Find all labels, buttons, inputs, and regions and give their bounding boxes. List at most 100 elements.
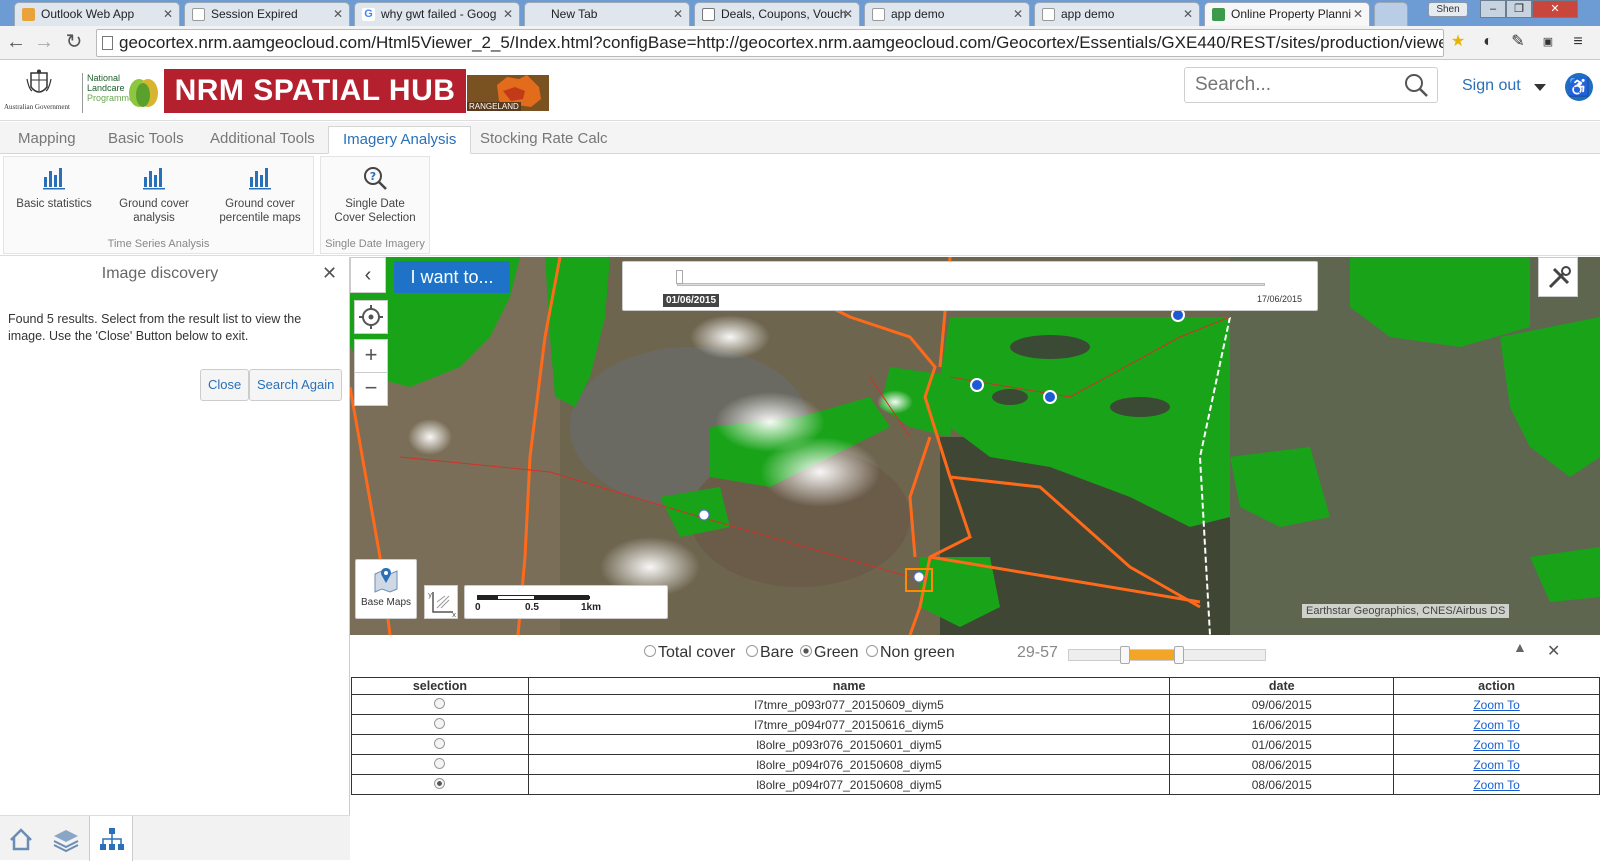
layers-icon[interactable] bbox=[44, 816, 88, 861]
i-want-to-menu[interactable]: I want to... bbox=[394, 261, 510, 293]
window-close-button[interactable]: ✕ bbox=[1532, 0, 1578, 18]
range-slider-high-handle[interactable] bbox=[1174, 646, 1184, 664]
single-date-cover-selection-button[interactable]: ? Single Date Cover Selection bbox=[325, 165, 425, 225]
time-slider-track[interactable] bbox=[677, 283, 1265, 286]
close-button[interactable]: Close bbox=[200, 369, 250, 401]
home-icon[interactable] bbox=[0, 816, 44, 861]
locate-icon[interactable] bbox=[354, 300, 388, 334]
profile-button[interactable]: Shen bbox=[1428, 2, 1468, 17]
selection-cell bbox=[351, 774, 529, 795]
zoom-to-link[interactable]: Zoom To bbox=[1393, 754, 1600, 775]
table-row[interactable]: l7tmre_p093r077_20150609_diym5 09/06/201… bbox=[351, 694, 1600, 715]
radio-bare[interactable]: Bare bbox=[746, 644, 794, 662]
range-slider[interactable] bbox=[1068, 646, 1266, 664]
tab-mapping[interactable]: Mapping bbox=[4, 126, 90, 154]
magnifier-question-icon: ? bbox=[364, 167, 387, 190]
browser-tab[interactable]: Outlook Web App ✕ bbox=[14, 2, 180, 26]
browser-tab[interactable]: Session Expired ✕ bbox=[184, 2, 350, 26]
close-icon[interactable]: ✕ bbox=[673, 3, 683, 25]
tab-imagery-analysis[interactable]: Imagery Analysis bbox=[328, 126, 472, 154]
accessibility-icon[interactable]: ♿ bbox=[1565, 73, 1593, 101]
tab-additional-tools[interactable]: Additional Tools bbox=[196, 126, 329, 154]
forward-icon[interactable]: → bbox=[32, 31, 56, 55]
close-icon[interactable]: ✕ bbox=[843, 3, 853, 25]
row-radio-button[interactable] bbox=[434, 697, 446, 709]
time-slider[interactable]: 01/06/2015 17/06/2015 bbox=[622, 261, 1318, 311]
radio-total-cover[interactable]: Total cover bbox=[644, 644, 735, 662]
zoom-to-link[interactable]: Zoom To bbox=[1393, 734, 1600, 755]
radio-button-selected[interactable] bbox=[800, 645, 812, 657]
close-icon[interactable]: ✕ bbox=[1183, 3, 1193, 25]
row-radio-button[interactable] bbox=[434, 717, 446, 729]
table-header-row: selection name date action bbox=[351, 677, 1600, 695]
collapse-panel-button[interactable]: ‹ bbox=[350, 257, 386, 293]
row-radio-button-selected[interactable] bbox=[434, 777, 446, 789]
radio-button[interactable] bbox=[866, 645, 878, 657]
close-icon[interactable]: ✕ bbox=[1547, 641, 1560, 661]
browser-tab[interactable]: app demo ✕ bbox=[1034, 2, 1200, 26]
zoom-to-link[interactable]: Zoom To bbox=[1393, 694, 1600, 715]
browser-tab[interactable]: Gwhy gwt failed - Goog ✕ bbox=[354, 2, 520, 26]
close-icon[interactable]: ✕ bbox=[163, 3, 173, 25]
minimize-button[interactable]: – bbox=[1480, 0, 1506, 18]
close-icon[interactable]: ✕ bbox=[1013, 3, 1023, 25]
close-icon[interactable]: ✕ bbox=[333, 3, 343, 25]
search-icon[interactable] bbox=[1403, 72, 1429, 98]
ground-cover-percentile-maps-button[interactable]: Ground cover percentile maps bbox=[210, 165, 310, 225]
radio-button[interactable] bbox=[644, 645, 656, 657]
svg-text:y: y bbox=[428, 591, 432, 599]
chevron-down-icon[interactable] bbox=[1534, 84, 1546, 91]
close-icon[interactable]: ✕ bbox=[1353, 3, 1363, 25]
new-tab-button[interactable] bbox=[1374, 2, 1408, 26]
base-maps-button[interactable]: Base Maps bbox=[355, 559, 417, 619]
radio-non-green[interactable]: Non green bbox=[866, 644, 955, 662]
zoom-in-button[interactable]: + bbox=[354, 339, 388, 373]
browser-tab[interactable]: New Tab ✕ bbox=[524, 2, 690, 26]
coordinates-grid-icon[interactable]: yx bbox=[424, 585, 458, 619]
table-row[interactable]: l8olre_p094r077_20150608_diym5 08/06/201… bbox=[351, 774, 1600, 795]
time-slider-handle[interactable] bbox=[676, 270, 683, 284]
selection-cell bbox=[351, 734, 529, 755]
row-radio-button[interactable] bbox=[434, 737, 446, 749]
zoom-out-button[interactable]: − bbox=[354, 372, 388, 406]
browser-tab-active[interactable]: Online Property Planni ✕ bbox=[1204, 2, 1370, 26]
selection-cell bbox=[351, 694, 529, 715]
close-icon[interactable]: ✕ bbox=[503, 3, 513, 25]
bookmark-star-icon[interactable]: ★ bbox=[1448, 32, 1468, 52]
zoom-to-link[interactable]: Zoom To bbox=[1393, 774, 1600, 795]
table-row[interactable]: l8olre_p094r076_20150608_diym5 08/06/201… bbox=[351, 754, 1600, 775]
table-row[interactable]: l8olre_p093r076_20150601_diym5 01/06/201… bbox=[351, 734, 1600, 755]
extension-icon[interactable]: ▣ bbox=[1538, 32, 1558, 52]
extension-icon[interactable]: ✎ bbox=[1508, 32, 1528, 52]
close-icon[interactable]: ✕ bbox=[322, 263, 337, 284]
collapse-up-icon[interactable]: ▲ bbox=[1513, 639, 1527, 655]
sign-out-link[interactable]: Sign out bbox=[1462, 77, 1521, 95]
back-icon[interactable]: ← bbox=[4, 31, 28, 55]
ground-cover-analysis-button[interactable]: Ground cover analysis bbox=[108, 165, 200, 225]
reload-icon[interactable]: ↻ bbox=[62, 31, 86, 55]
row-radio-button[interactable] bbox=[434, 757, 446, 769]
radio-green[interactable]: Green bbox=[800, 644, 858, 662]
search-again-button[interactable]: Search Again bbox=[249, 369, 343, 401]
maximize-button[interactable]: ❐ bbox=[1506, 0, 1532, 18]
browser-tab[interactable]: app demo ✕ bbox=[864, 2, 1030, 26]
extension-icon[interactable]: ◐ bbox=[1478, 32, 1498, 52]
hierarchy-icon[interactable] bbox=[89, 816, 133, 861]
leaf-icon bbox=[129, 79, 158, 107]
range-slider-low-handle[interactable] bbox=[1120, 646, 1130, 664]
basic-statistics-button[interactable]: Basic statistics bbox=[12, 165, 96, 211]
table-row[interactable]: l7tmre_p094r077_20150616_diym5 16/06/201… bbox=[351, 714, 1600, 735]
tab-stocking-rate-calc[interactable]: Stocking Rate Calc bbox=[466, 126, 622, 154]
address-bar[interactable]: geocortex.nrm.aamgeocloud.com/Html5Viewe… bbox=[96, 29, 1444, 57]
svg-text:?: ? bbox=[370, 170, 376, 183]
menu-icon[interactable]: ≡ bbox=[1568, 32, 1588, 52]
image-date: 08/06/2015 bbox=[1169, 774, 1395, 795]
search-input[interactable] bbox=[1195, 73, 1395, 97]
map-view[interactable]: ‹ I want to... 01/06/2015 17/06/2015 + −… bbox=[350, 257, 1600, 635]
radio-button[interactable] bbox=[746, 645, 758, 657]
zoom-to-link[interactable]: Zoom To bbox=[1393, 714, 1600, 735]
tools-icon[interactable] bbox=[1538, 257, 1578, 297]
tab-basic-tools[interactable]: Basic Tools bbox=[94, 126, 198, 154]
image-date: 01/06/2015 bbox=[1169, 734, 1395, 755]
browser-tab[interactable]: Deals, Coupons, Vouch ✕ bbox=[694, 2, 860, 26]
